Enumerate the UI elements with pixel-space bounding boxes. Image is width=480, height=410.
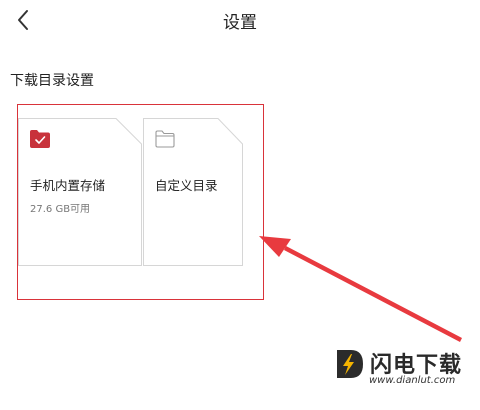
watermark: 闪电下载 www.dianlut.com — [333, 346, 473, 394]
section-title: 下载目录设置 — [10, 73, 94, 89]
available-space: 27.6 GB可用 — [30, 204, 91, 215]
folder-outline-icon — [155, 130, 175, 148]
storage-option-label: 自定义目录 — [155, 178, 218, 193]
watermark-url: www.dianlut.com — [369, 375, 456, 386]
folder-check-icon — [30, 130, 50, 148]
storage-option-custom[interactable]: 自定义目录 — [143, 118, 243, 266]
lightning-logo-icon — [337, 350, 363, 378]
storage-option-label: 手机内置存储 — [30, 178, 106, 193]
storage-option-internal[interactable]: 手机内置存储 27.6 GB可用 — [18, 118, 142, 266]
page-title: 设置 — [223, 13, 257, 33]
